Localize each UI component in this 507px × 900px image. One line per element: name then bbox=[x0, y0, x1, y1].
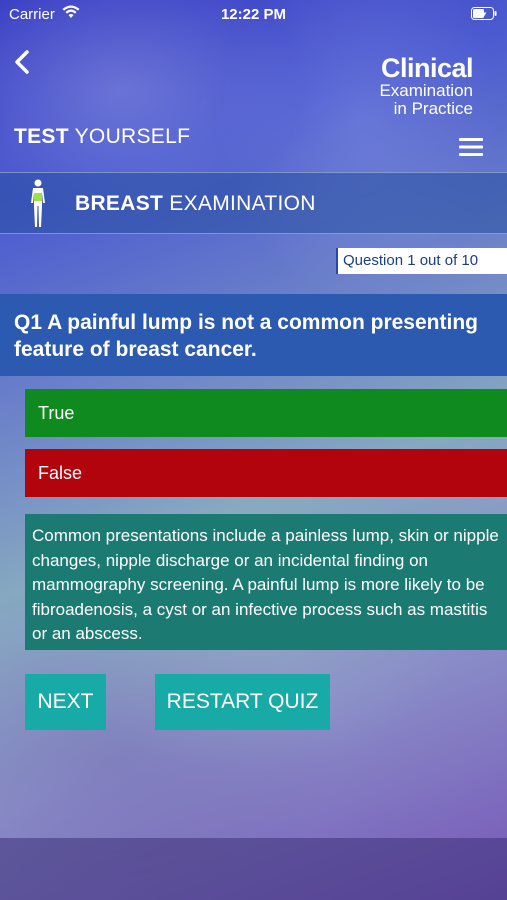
section-title-normal: YOURSELF bbox=[68, 125, 191, 148]
logo-title: Clinical bbox=[380, 53, 474, 83]
battery-icon bbox=[471, 7, 497, 20]
answer-true-button[interactable]: True bbox=[25, 389, 507, 437]
exam-title-normal: EXAMINATION bbox=[163, 192, 316, 215]
body-figure-icon bbox=[31, 179, 45, 227]
footer-bar bbox=[0, 838, 507, 900]
logo-subtitle-line2: in Practice bbox=[393, 99, 473, 118]
question-box: Q1 A painful lump is not a common presen… bbox=[0, 294, 507, 376]
exam-title-bold: BREAST bbox=[75, 192, 164, 215]
status-bar: Carrier 12:22 PM bbox=[0, 0, 507, 30]
restart-quiz-button[interactable]: RESTART QUIZ bbox=[155, 674, 330, 730]
question-counter: Question 1 out of 10 bbox=[336, 248, 507, 274]
exam-title: BREAST EXAMINATION bbox=[75, 192, 316, 216]
hamburger-menu-icon[interactable] bbox=[459, 137, 483, 157]
chevron-left-icon[interactable] bbox=[12, 48, 32, 76]
exam-header: BREAST EXAMINATION bbox=[0, 172, 507, 234]
logo-subtitle-line1: Examination bbox=[379, 81, 473, 100]
section-title: TEST YOURSELF bbox=[14, 125, 190, 149]
answer-false-button[interactable]: False bbox=[25, 449, 507, 497]
answer-explanation: Common presentations include a painless … bbox=[25, 514, 507, 650]
status-time: 12:22 PM bbox=[220, 6, 287, 23]
next-button[interactable]: NEXT bbox=[25, 674, 106, 730]
section-title-bold: TEST bbox=[14, 125, 69, 148]
question-text: Q1 A painful lump is not a common presen… bbox=[14, 311, 478, 361]
app-logo: Clinical Examination in Practice bbox=[379, 54, 473, 118]
